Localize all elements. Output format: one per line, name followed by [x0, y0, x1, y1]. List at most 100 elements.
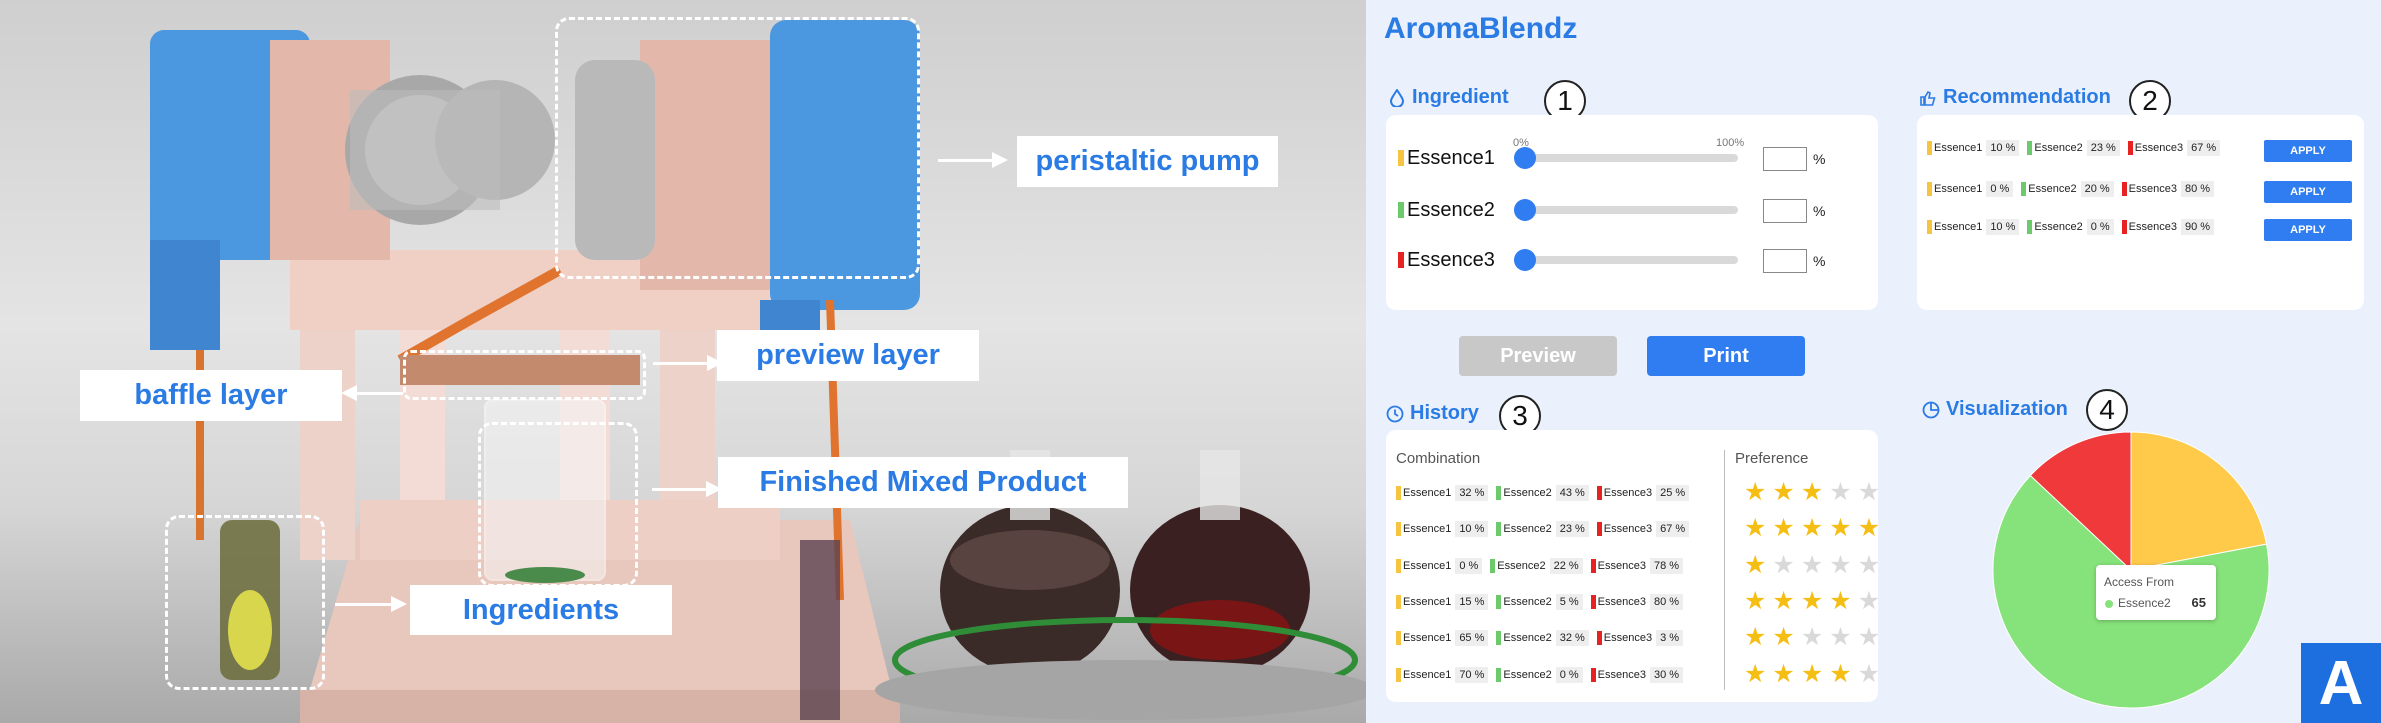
preference-rating[interactable]: ★ ★ ★ ★ ★: [1744, 480, 1880, 505]
apply-button[interactable]: APPLY: [2264, 140, 2352, 162]
recommendation-card: Essence1 10 % Essence2 23 % Essence3 67 % A…: [1917, 115, 2364, 310]
apply-button[interactable]: APPLY: [2264, 181, 2352, 203]
history-row[interactable]: Essence1 70 % Essence2 0 % Essence3 30 %: [1396, 664, 1691, 686]
chip-essence3: Essence3 25 %: [1596, 485, 1690, 501]
essence2-slider-knob[interactable]: [1514, 199, 1536, 221]
history-row[interactable]: Essence1 0 % Essence2 22 % Essence3 78 %: [1396, 555, 1691, 577]
chip-value: 0 %: [1455, 557, 1483, 574]
star-icon[interactable]: ★: [1744, 552, 1766, 578]
star-icon[interactable]: ★: [1858, 516, 1880, 541]
chip-label: Essence2: [1503, 523, 1552, 536]
history-heading: History: [1386, 402, 1479, 425]
star-icon[interactable]: ★: [1801, 661, 1823, 687]
recommendation-row: Essence1 10 % Essence2 0 % Essence3 90 %: [1927, 219, 2222, 235]
essence3-swatch: [1596, 631, 1602, 646]
ingredients-arrow: [335, 596, 407, 612]
essence2-percent-input[interactable]: [1763, 199, 1807, 223]
star-icon[interactable]: ★: [1744, 588, 1766, 614]
apply-button[interactable]: APPLY: [2264, 219, 2352, 241]
print-button[interactable]: Print: [1647, 336, 1805, 376]
star-icon[interactable]: ★: [1801, 552, 1823, 578]
star-icon[interactable]: ★: [1858, 552, 1880, 578]
star-icon[interactable]: ★: [1829, 516, 1851, 541]
star-icon[interactable]: ★: [1744, 480, 1766, 505]
chip-value: 80 %: [1649, 593, 1684, 610]
preview-button[interactable]: Preview: [1459, 336, 1617, 376]
essence1-slider-knob[interactable]: [1514, 147, 1536, 169]
history-row[interactable]: Essence1 32 % Essence2 43 % Essence3 25 %: [1396, 482, 1697, 504]
essence1-swatch: [1396, 558, 1401, 573]
recommendation-heading: Recommendation: [1919, 86, 2111, 109]
chip-value: 23 %: [2086, 140, 2120, 156]
essence1-swatch: [1396, 631, 1401, 646]
essence1-swatch: [1396, 522, 1401, 537]
chip-value: 0 %: [1555, 666, 1583, 683]
ingredient-name: Essence2: [1407, 198, 1495, 221]
star-icon[interactable]: ★: [1801, 516, 1823, 541]
star-icon[interactable]: ★: [1772, 661, 1794, 687]
ingredient-name: Essence1: [1407, 146, 1495, 169]
history-row[interactable]: Essence1 10 % Essence2 23 % Essence3 67 %: [1396, 518, 1697, 540]
chip-value: 30 %: [1649, 666, 1684, 683]
history-row[interactable]: Essence1 65 % Essence2 32 % Essence3 3 %: [1396, 627, 1691, 649]
chip-essence1: Essence1 32 %: [1396, 485, 1489, 501]
essence1-percent-input[interactable]: [1763, 147, 1807, 171]
essence2-swatch: [1496, 594, 1502, 609]
essence2-swatch: [1398, 202, 1404, 218]
chip-label: Essence1: [1934, 221, 1983, 233]
star-icon[interactable]: ★: [1829, 480, 1851, 505]
pie-tooltip: Access From Essence2 65: [2096, 565, 2216, 620]
chip-value: 23 %: [1555, 521, 1589, 538]
essence3-slider-knob[interactable]: [1514, 249, 1536, 271]
essence1-slider-track[interactable]: [1516, 154, 1738, 162]
essence3-swatch: [2121, 182, 2127, 196]
star-icon[interactable]: ★: [1829, 625, 1851, 650]
star-icon[interactable]: ★: [1772, 625, 1794, 650]
drop-icon: [1389, 88, 1405, 107]
star-icon[interactable]: ★: [1829, 661, 1851, 687]
star-icon[interactable]: ★: [1772, 588, 1794, 614]
essence3-swatch: [1590, 558, 1596, 573]
preference-rating[interactable]: ★ ★ ★ ★ ★: [1744, 552, 1880, 578]
chip-label: Essence2: [1503, 668, 1552, 681]
star-icon[interactable]: ★: [1744, 661, 1766, 687]
corner-badge: A: [2301, 643, 2381, 723]
essence3-swatch: [2127, 141, 2133, 155]
star-icon[interactable]: ★: [1801, 588, 1823, 614]
star-icon[interactable]: ★: [1858, 625, 1880, 650]
chip-essence3: Essence3 78 %: [1590, 557, 1684, 574]
star-icon[interactable]: ★: [1829, 552, 1851, 578]
callout-ingredients: Ingredients: [410, 585, 672, 635]
history-row[interactable]: Essence1 15 % Essence2 5 % Essence3 80 %: [1396, 591, 1691, 613]
preference-rating[interactable]: ★ ★ ★ ★ ★: [1744, 625, 1880, 650]
star-icon[interactable]: ★: [1858, 480, 1880, 505]
chip-essence2: Essence2 20 %: [2021, 181, 2114, 197]
star-icon[interactable]: ★: [1744, 516, 1766, 541]
star-icon[interactable]: ★: [1772, 480, 1794, 505]
essence3-slider-track[interactable]: [1516, 256, 1738, 264]
chip-value: 25 %: [1656, 485, 1690, 501]
preference-rating[interactable]: ★ ★ ★ ★ ★: [1744, 661, 1880, 687]
star-icon[interactable]: ★: [1801, 625, 1823, 650]
essence3-percent-input[interactable]: [1763, 249, 1807, 273]
star-icon[interactable]: ★: [1744, 625, 1766, 650]
chip-label: Essence1: [1403, 595, 1452, 608]
star-icon[interactable]: ★: [1801, 480, 1823, 505]
chip-value: 67 %: [1656, 521, 1690, 538]
chip-value: 5 %: [1555, 593, 1583, 610]
chip-value: 70 %: [1455, 666, 1489, 683]
star-icon[interactable]: ★: [1858, 661, 1880, 687]
preference-rating[interactable]: ★ ★ ★ ★ ★: [1744, 588, 1880, 614]
visualization-title: Visualization: [1946, 398, 2068, 420]
chip-label: Essence2: [2028, 183, 2077, 195]
preference-rating[interactable]: ★ ★ ★ ★ ★: [1744, 516, 1880, 541]
chip-essence2: Essence2 0 %: [2027, 219, 2114, 235]
star-icon[interactable]: ★: [1772, 552, 1794, 578]
star-icon[interactable]: ★: [1772, 516, 1794, 541]
star-icon[interactable]: ★: [1858, 588, 1880, 614]
product-arrow: [652, 481, 722, 497]
essence2-slider-track[interactable]: [1516, 206, 1738, 214]
chip-value: 32 %: [1455, 485, 1489, 501]
chip-essence1: Essence1 10 %: [1396, 521, 1489, 538]
star-icon[interactable]: ★: [1829, 588, 1851, 614]
